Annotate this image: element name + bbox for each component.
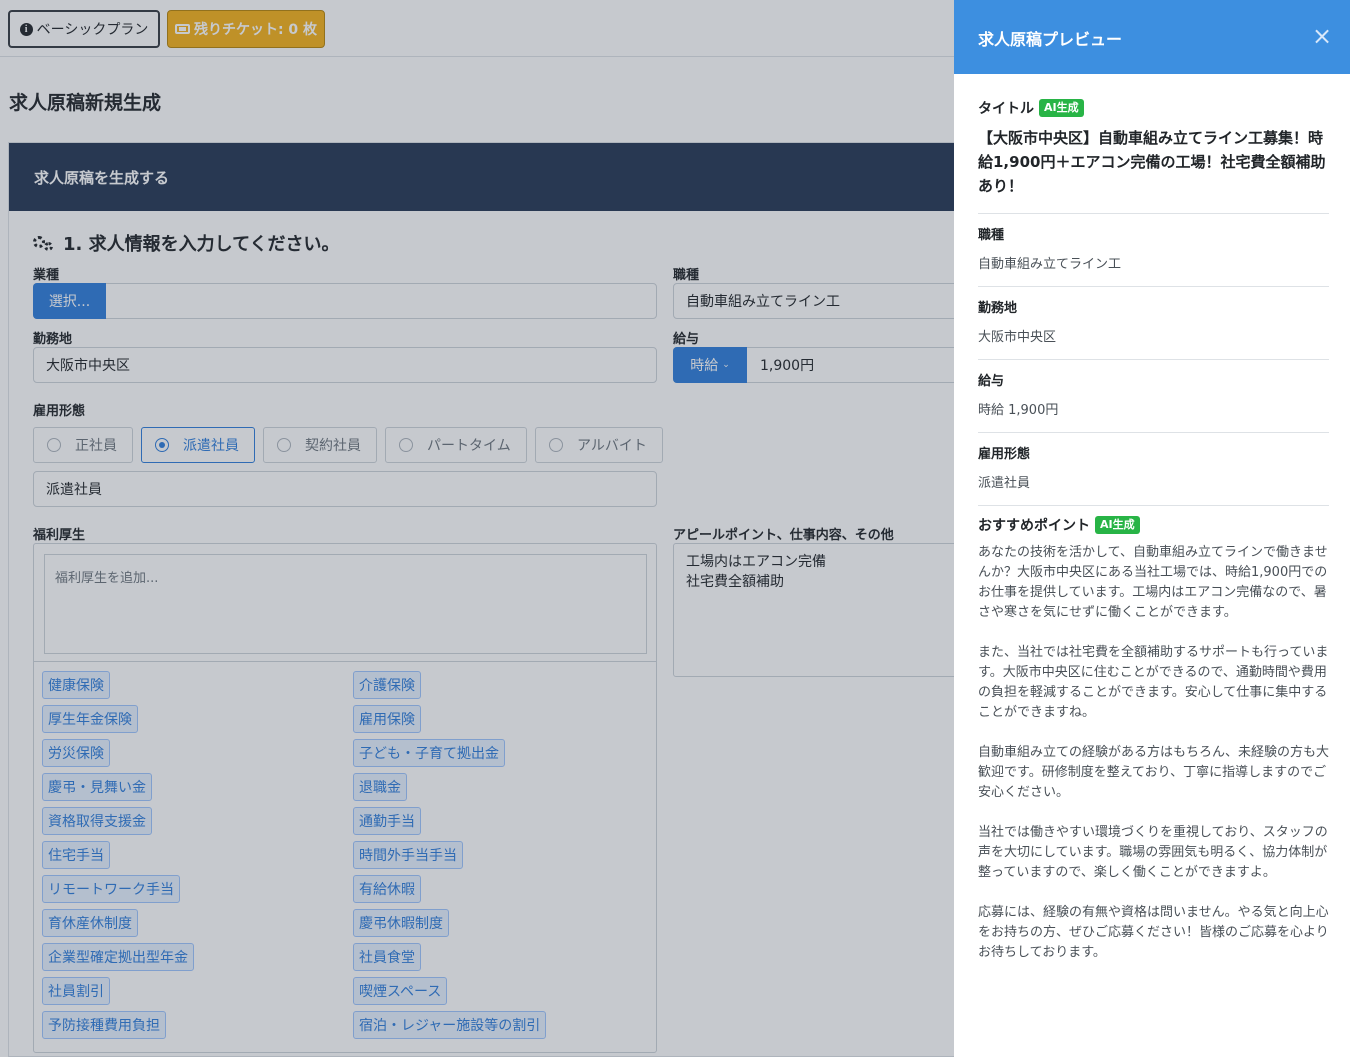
points-paragraph: 応募には、経験の有無や資格は問いません。やる気と向上心をお持ちの方、ぜひご応募く…: [978, 905, 1329, 960]
ai-badge: AI生成: [1095, 516, 1140, 534]
divider: [978, 432, 1329, 433]
preview-points-field: おすすめポイント AI生成 あなたの技術を活かして、自動車組み立てラインで働きま…: [978, 515, 1329, 983]
salary-label: 給与: [978, 374, 1005, 389]
preview-header: 求人原稿プレビュー ×: [954, 0, 1350, 74]
employment-value: 派遣社員: [978, 476, 1031, 491]
location-label: 勤務地: [978, 301, 1018, 316]
preview-employment-field: 雇用形態 派遣社員: [978, 443, 1329, 491]
title-value: 【大阪市中央区】自動車組み立てライン工募集！時給1,900円＋エアコン完備の工場…: [978, 129, 1326, 195]
preview-title: 求人原稿プレビュー: [978, 30, 1123, 49]
employment-label: 雇用形態: [978, 447, 1031, 462]
points-label: おすすめポイント: [978, 518, 1090, 534]
field-label-row: タイトル AI生成: [978, 98, 1329, 118]
points-paragraph: 自動車組み立ての経験がある方はもちろん、未経験の方も大歓迎です。研修制度を整えて…: [978, 745, 1330, 800]
preview-panel: 求人原稿プレビュー × タイトル AI生成 【大阪市中央区】自動車組み立てライン…: [954, 0, 1350, 1057]
location-value: 大阪市中央区: [978, 330, 1057, 345]
divider: [978, 505, 1329, 506]
divider: [978, 213, 1329, 214]
field-label-row: おすすめポイント AI生成: [978, 515, 1329, 535]
preview-location-field: 勤務地 大阪市中央区: [978, 297, 1329, 345]
ai-badge: AI生成: [1039, 99, 1084, 117]
points-paragraph: また、当社では社宅費を全額補助するサポートも行っています。大阪市中央区に住むこと…: [978, 645, 1329, 720]
preview-title-field: タイトル AI生成 【大阪市中央区】自動車組み立てライン工募集！時給1,900円…: [978, 98, 1329, 198]
salary-value: 時給 1,900円: [978, 403, 1059, 418]
points-body: あなたの技術を活かして、自動車組み立てラインで働きませんか？大阪市中央区にある当…: [978, 543, 1329, 963]
job-value: 自動車組み立てライン工: [978, 257, 1122, 272]
points-paragraph: 当社では働きやすい環境づくりを重視しており、スタッフの声を大切にしています。職場…: [978, 825, 1328, 880]
close-icon[interactable]: ×: [1312, 24, 1332, 48]
job-label: 職種: [978, 228, 1005, 243]
preview-salary-field: 給与 時給 1,900円: [978, 370, 1329, 418]
divider: [978, 286, 1329, 287]
points-paragraph: あなたの技術を活かして、自動車組み立てラインで働きませんか？大阪市中央区にある当…: [978, 545, 1328, 620]
divider: [978, 359, 1329, 360]
title-label: タイトル: [978, 101, 1034, 117]
preview-job-field: 職種 自動車組み立てライン工: [978, 224, 1329, 272]
